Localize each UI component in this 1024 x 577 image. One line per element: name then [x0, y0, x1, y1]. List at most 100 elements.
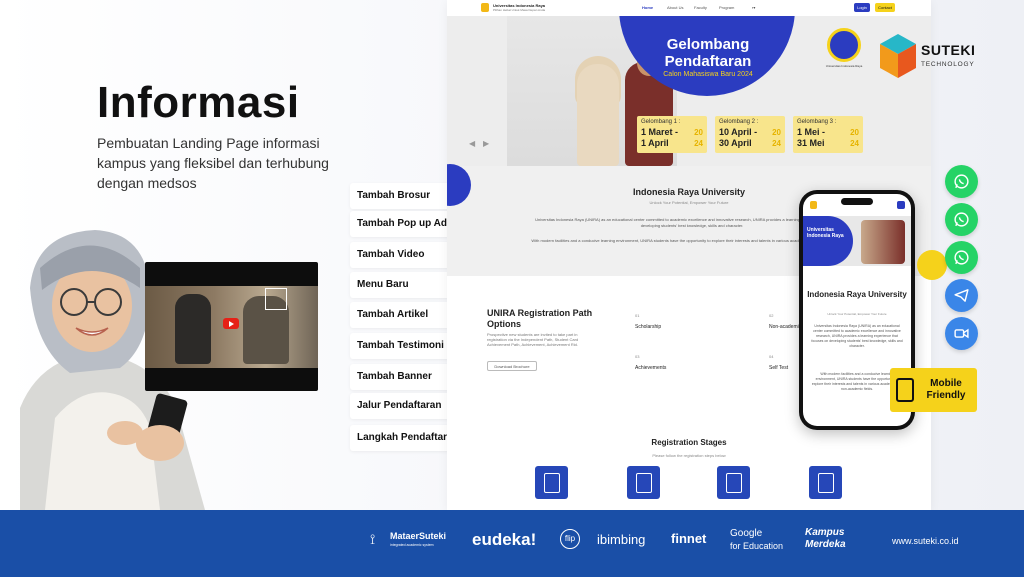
- brand-name: SUTEKI: [921, 42, 976, 58]
- nav-home[interactable]: Home: [642, 5, 653, 10]
- whatsapp-button[interactable]: [945, 203, 978, 236]
- brand-tagline: TECHNOLOGY: [921, 61, 975, 68]
- mobile-friendly-badge: Mobile Friendly: [890, 368, 977, 412]
- phone-banner-label: Universitas Indonesia Raya: [807, 227, 844, 239]
- login-button[interactable]: Login: [854, 3, 870, 12]
- path-option[interactable]: 01 Scholarship: [635, 313, 661, 330]
- path-number: 01: [635, 313, 640, 318]
- feature-label: Tambah Banner: [357, 371, 432, 382]
- partner-name: MataerSuteki: [390, 531, 447, 541]
- decor-blob: [917, 250, 947, 280]
- partner-sub: Merdeka: [805, 539, 846, 550]
- path-label: Achievements: [635, 365, 667, 371]
- banner-title: Gelombang Pendaftaran: [664, 36, 752, 70]
- path-number: 03: [635, 354, 640, 359]
- phone-students-photo: [861, 220, 905, 264]
- suteki-logo-icon: [880, 34, 916, 78]
- whatsapp-icon: [954, 212, 969, 227]
- video-thumbnail[interactable]: [145, 262, 318, 391]
- stage-upload-icon[interactable]: [627, 466, 660, 499]
- telegram-button[interactable]: [945, 279, 978, 312]
- path-label: Self Test: [769, 365, 789, 371]
- stage-form-icon[interactable]: [535, 466, 568, 499]
- stage-payment-icon[interactable]: [717, 466, 750, 499]
- wave-label: Gelombang 1 :: [641, 119, 681, 125]
- play-icon[interactable]: [223, 318, 239, 329]
- phone-title: Indonesia Raya University: [807, 290, 907, 299]
- university-logo-icon: [481, 3, 489, 12]
- path-option[interactable]: 04 Self Test: [769, 354, 788, 371]
- feature-label: Tambah Pop up Ads: [357, 218, 453, 229]
- prev-arrow-icon[interactable]: ◀: [469, 139, 475, 148]
- wave-card: Gelombang 1 : 1 Maret - 1 April 20 24: [637, 116, 707, 153]
- whatsapp-button[interactable]: [945, 241, 978, 274]
- path-number: 04: [769, 354, 774, 359]
- language-flag-icon[interactable]: ▪▾: [752, 5, 755, 10]
- path-label: Scholarship: [635, 324, 662, 330]
- feature-label: Tambah Testimoni: [357, 340, 444, 351]
- partner-name: Google: [730, 528, 763, 539]
- wave-year: 20 24: [850, 128, 859, 148]
- feature-label: Menu Baru: [357, 279, 409, 290]
- hero-title: Informasi: [97, 78, 300, 127]
- registration-title: UNIRA Registration Path Options: [487, 308, 593, 329]
- registration-text: Prospective new students are invited to …: [487, 332, 579, 347]
- mobile-friendly-label: Mobile Friendly: [926, 378, 966, 401]
- contact-button[interactable]: Contact: [875, 3, 895, 12]
- feature-label: Tambah Brosur: [357, 190, 431, 201]
- hamburger-menu-icon[interactable]: [897, 201, 905, 209]
- wave-year: 20 24: [694, 128, 703, 148]
- website-url[interactable]: www.suteki.co.id: [892, 536, 959, 546]
- wave-label: Gelombang 2 :: [719, 119, 759, 125]
- promo-canvas: Informasi Pembuatan Landing Page informa…: [0, 0, 1024, 577]
- phone-tagline: Unlock Your Potential, Empower Your Futu…: [827, 312, 887, 316]
- video-call-icon: [954, 328, 969, 339]
- wave-date: 10 April - 30 April: [719, 127, 758, 148]
- feature-label: Tambah Artikel: [357, 309, 429, 320]
- site-brand-sub: Pilihan Hebat Untuk Masa Depan Anda: [493, 8, 546, 12]
- hero-banner: Gelombang Pendaftaran Calon Mahasiswa Ba…: [447, 16, 931, 166]
- partner-name: finnet: [671, 531, 707, 546]
- partner-name: ibimbing: [597, 532, 646, 547]
- video-call-button[interactable]: [945, 317, 978, 350]
- partner-name: flip: [560, 529, 580, 549]
- next-arrow-icon[interactable]: ▶: [483, 139, 489, 148]
- telegram-icon: [954, 289, 969, 302]
- wave-year: 20 24: [772, 128, 781, 148]
- banner-subtitle: Calon Mahasiswa Baru 2024: [663, 71, 753, 78]
- path-option[interactable]: 02 Non-academic: [769, 313, 801, 330]
- feature-label: Tambah Video: [357, 249, 425, 260]
- phone-banner-shape: [803, 216, 853, 266]
- path-number: 02: [769, 313, 774, 318]
- nav-program[interactable]: Program: [719, 5, 734, 10]
- wave-date: 1 Mei - 31 Mei: [797, 127, 826, 148]
- seal-label: Universitas Indonesia Raya: [825, 64, 863, 68]
- whatsapp-button[interactable]: [945, 165, 978, 198]
- wave-date: 1 Maret - 1 April: [641, 127, 679, 148]
- stage-exam-icon[interactable]: [809, 466, 842, 499]
- stages-title: Registration Stages: [651, 438, 727, 447]
- partner-logo-icon: ⟟: [370, 531, 376, 547]
- partner-sub: for Education: [730, 541, 784, 551]
- whatsapp-icon: [954, 174, 969, 189]
- phone-paragraph: Universitas Indonesia Raya (UNIRA) as an…: [811, 324, 903, 348]
- partner-name: eudeka!: [472, 530, 537, 549]
- nav-about[interactable]: About Us: [667, 5, 683, 10]
- wave-card: Gelombang 2 : 10 April - 30 April 20 24: [715, 116, 785, 153]
- feature-label: Langkah Pendaftaran: [357, 432, 459, 443]
- hero-description: Pembuatan Landing Page informasi kampus …: [97, 135, 329, 191]
- university-logo-icon: [810, 201, 817, 209]
- wave-label: Gelombang 3 :: [797, 119, 837, 125]
- path-label: Non-academic: [769, 324, 802, 330]
- path-option[interactable]: 03 Achievements: [635, 354, 666, 371]
- university-seal-icon: [827, 28, 861, 62]
- wave-card: Gelombang 3 : 1 Mei - 31 Mei 20 24: [793, 116, 863, 153]
- site-navbar: Universitas Indonesia Raya Pilihan Hebat…: [447, 0, 931, 16]
- mobile-check-icon: [896, 378, 914, 402]
- partner-sub: integrated academic system: [390, 543, 434, 547]
- partner-name: Kampus: [805, 527, 845, 538]
- feature-label: Jalur Pendaftaran: [357, 400, 442, 411]
- nav-faculty[interactable]: Faculty: [694, 5, 707, 10]
- download-brochure-button[interactable]: Download Brochure: [487, 361, 537, 371]
- whatsapp-icon: [954, 250, 969, 265]
